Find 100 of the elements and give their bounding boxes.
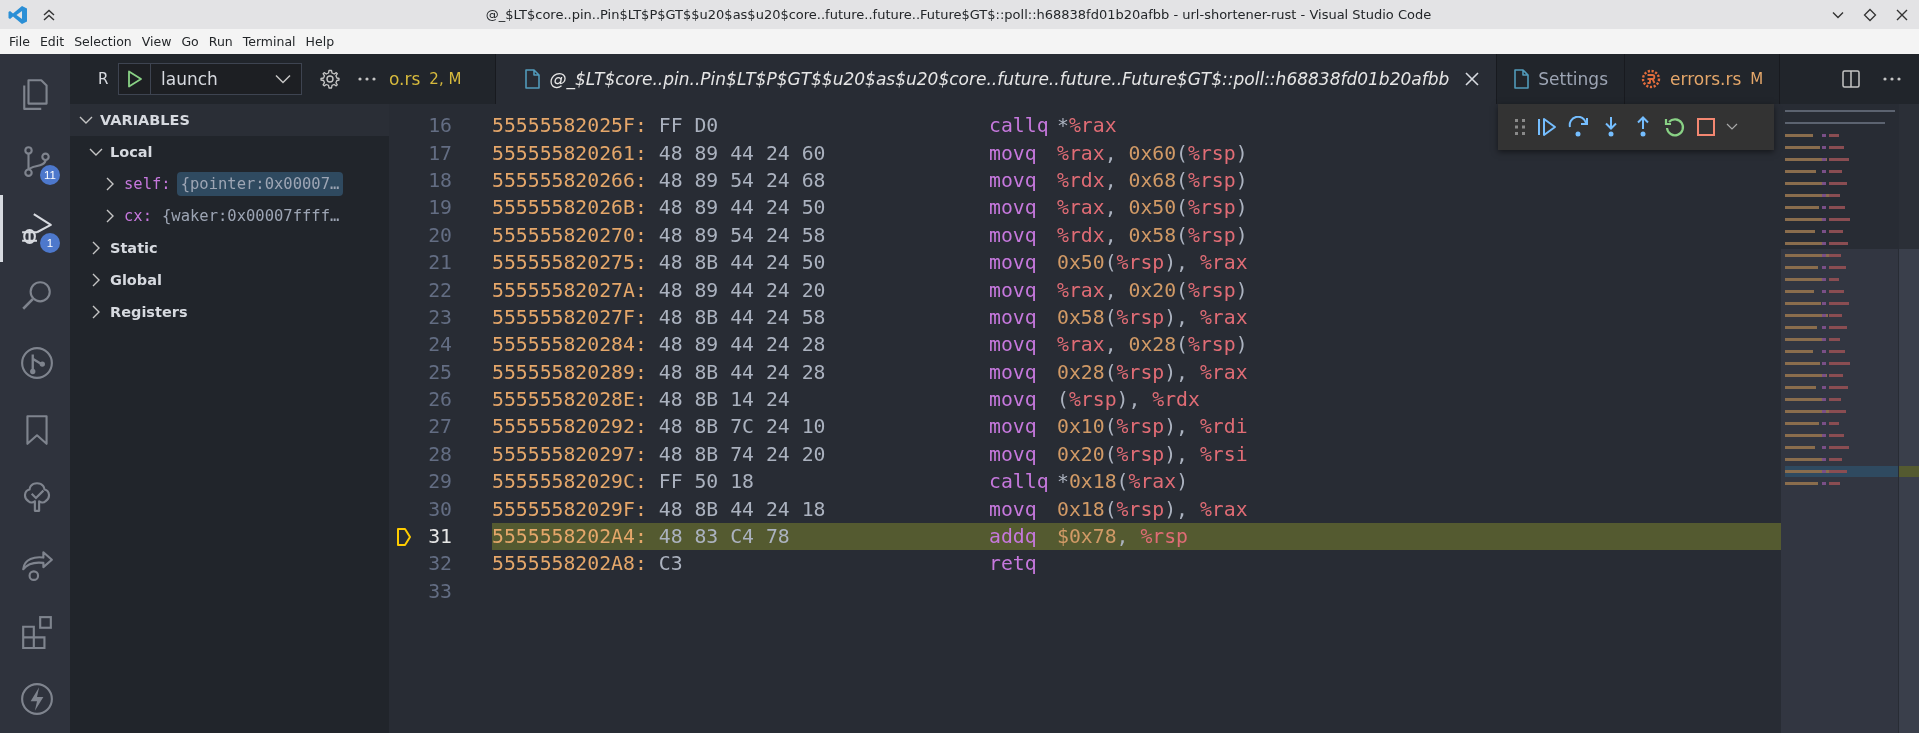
menu-item[interactable]: View: [136, 34, 177, 49]
scope-label[interactable]: Static: [110, 240, 158, 256]
address: 55555582028E:: [492, 388, 647, 412]
operands: %rax, 0x50(%rsp): [1057, 196, 1248, 220]
instruction-bytes: FF 50 18: [657, 470, 754, 494]
operands: 0x10(%rsp), %rdi: [1057, 415, 1248, 439]
more-icon[interactable]: [1883, 77, 1901, 81]
mnemonic: addq: [989, 525, 1038, 549]
menu-item[interactable]: Selection: [69, 34, 137, 49]
address: 5555558202A4:: [492, 525, 647, 549]
editor-tab[interactable]: @_$LT$core..pin..Pin$LT$P$GT$$u20$as$u20$core..future..future..Future$GT$::poll::h68838fd01b20afbb: [496, 54, 1498, 104]
settings-icon[interactable]: [320, 69, 340, 89]
section-title: VARIABLES: [100, 112, 190, 128]
line-number: 23: [427, 305, 452, 329]
section-header[interactable]: VARIABLES: [70, 104, 389, 136]
tab-label: o.rs: [389, 69, 421, 89]
mnemonic: movq: [989, 223, 1038, 247]
file-icon: [1513, 69, 1530, 89]
line-number: 33: [427, 579, 452, 603]
line-number: 27: [427, 415, 452, 439]
scope-label[interactable]: Registers: [110, 304, 188, 320]
close-icon[interactable]: [1895, 7, 1909, 22]
tab-label: errors.rs: [1670, 69, 1742, 89]
line-number: 22: [427, 278, 452, 302]
address: 555555820284:: [492, 333, 647, 357]
address: 55555582029C:: [492, 470, 647, 494]
variable-value[interactable]: {waker:0x00007ffff…: [158, 204, 344, 228]
mnemonic: movq: [989, 196, 1038, 220]
double-chevron-up-icon[interactable]: [42, 7, 56, 22]
instruction-bytes: 48 89 44 24 60: [657, 141, 826, 165]
instruction-bytes: 48 89 44 24 20: [657, 278, 826, 302]
restart-icon: [1664, 116, 1686, 138]
run-debug-icon: [19, 211, 54, 246]
extensions-icon: [19, 615, 54, 649]
operands: *%rax: [1057, 114, 1117, 138]
activity-item[interactable]: 11: [0, 127, 70, 195]
address: 55555582027F:: [492, 305, 647, 329]
app-logo-icon: [8, 4, 28, 25]
line-number: 26: [427, 388, 452, 412]
drag-handle-icon[interactable]: [1514, 118, 1526, 136]
operands: %rdx, 0x58(%rsp): [1057, 223, 1248, 247]
launch-config-dropdown[interactable]: launch: [118, 63, 302, 95]
menu-item[interactable]: Run: [203, 34, 238, 49]
line-number: 19: [427, 196, 452, 220]
step-over-button[interactable]: [1568, 116, 1590, 138]
instruction-bytes: FF D0: [657, 114, 719, 138]
variable-name: cx:: [124, 207, 152, 225]
address: 55555582026B:: [492, 196, 647, 220]
line-number: 28: [427, 442, 452, 466]
operands: 0x20(%rsp), %rsi: [1057, 442, 1248, 466]
variable-value[interactable]: {pointer:0x00007…: [176, 172, 344, 196]
restart-button[interactable]: [1664, 116, 1686, 138]
address: 555555820289:: [492, 360, 647, 384]
instruction-bytes: C3: [657, 552, 683, 576]
instruction-bytes: 48 8B 44 24 50: [657, 251, 826, 275]
menu-item[interactable]: Go: [176, 34, 204, 49]
instruction-bytes: 48 89 44 24 28: [657, 333, 826, 357]
tab-label: @_$LT$core..pin..Pin$LT$P$GT$$u20$as$u20$core..future..future..Future$GT$::poll::h68838fd01b20afbb: [549, 69, 1450, 89]
mnemonic: movq: [989, 251, 1038, 275]
tab-status: M: [1750, 70, 1764, 88]
mnemonic: movq: [989, 360, 1038, 384]
scope-label[interactable]: Global: [110, 272, 162, 288]
address: 55555582027A:: [492, 278, 647, 302]
mnemonic: retq: [989, 552, 1038, 576]
mnemonic: movq: [989, 333, 1038, 357]
operands: *0x18(%rax): [1057, 470, 1189, 494]
menu-item[interactable]: File: [4, 34, 35, 49]
address: 55555582025F:: [492, 114, 647, 138]
close-icon: [1464, 71, 1481, 87]
line-number: 20: [427, 223, 452, 247]
menu-item[interactable]: Edit: [34, 34, 70, 49]
continue-icon: [1536, 116, 1558, 138]
close-tab-button[interactable]: [1464, 71, 1481, 87]
menu-item[interactable]: Terminal: [237, 34, 301, 49]
menu-item[interactable]: Help: [300, 34, 340, 49]
sidebar-title: R: [98, 70, 110, 88]
maximize-icon[interactable]: [1863, 7, 1877, 22]
continue-button[interactable]: [1536, 116, 1558, 138]
split-editor-icon[interactable]: [1841, 69, 1861, 89]
caret-icon: [275, 74, 291, 84]
instruction-bytes: 48 89 44 24 50: [657, 196, 826, 220]
editor-tab[interactable]: o.rs 2, M: [389, 54, 497, 104]
line-number: 21: [427, 251, 452, 275]
mnemonic: movq: [989, 442, 1038, 466]
instruction-bytes: 48 83 C4 78: [657, 525, 790, 549]
stop-button[interactable]: [1696, 117, 1716, 137]
more-icon[interactable]: [358, 77, 376, 81]
mnemonic: movq: [989, 278, 1038, 302]
mnemonic: movq: [989, 497, 1038, 521]
operands: %rax, 0x28(%rsp): [1057, 333, 1248, 357]
window-title: @_$LT$core..pin..Pin$LT$P$GT$$u20$as$u20$core..future..future..Future$GT$::poll::h68838fd01b20afbb - url-shortener-rust - Visual Studio Code: [484, 7, 1433, 22]
launch-config-name: launch: [160, 69, 219, 89]
instruction-bytes: 48 8B 14 24: [657, 388, 790, 412]
caret-icon[interactable]: [1726, 123, 1738, 131]
operands: %rax, 0x20(%rsp): [1057, 278, 1248, 302]
mnemonic: callq: [989, 470, 1050, 494]
scope-label[interactable]: Local: [110, 144, 153, 160]
instruction-bytes: 48 8B 7C 24 10: [657, 415, 826, 439]
instruction-bytes: 48 89 54 24 58: [657, 223, 826, 247]
address: 555555820266:: [492, 168, 647, 192]
